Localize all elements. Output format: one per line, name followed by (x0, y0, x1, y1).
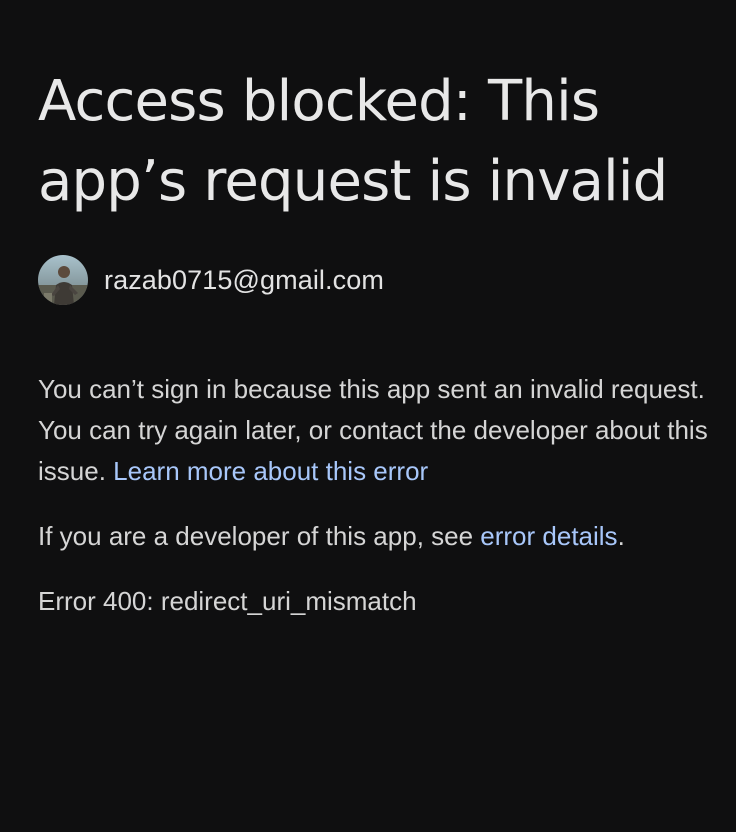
page-title-line-2: app’s request is invalid (38, 149, 668, 214)
error-details-link[interactable]: error details (480, 521, 617, 551)
page-title-line-1: Access blocked: This (38, 69, 600, 134)
learn-more-link[interactable]: Learn more about this error (113, 456, 428, 486)
account-chip[interactable]: razab0715@gmail.com (38, 255, 718, 305)
developer-note-prefix: If you are a developer of this app, see (38, 521, 481, 551)
user-avatar-icon (38, 255, 88, 305)
account-email: razab0715@gmail.com (104, 264, 384, 295)
access-blocked-page: Access blocked: This app’s request is in… (38, 62, 718, 622)
developer-note-suffix: . (617, 521, 625, 551)
developer-note: If you are a developer of this app, see … (38, 516, 718, 557)
error-code: Error 400: redirect_uri_mismatch (38, 586, 417, 616)
avatar (38, 255, 88, 305)
error-explanation: You can’t sign in because this app sent … (38, 369, 718, 492)
page-title: Access blocked: This app’s request is in… (38, 62, 718, 222)
